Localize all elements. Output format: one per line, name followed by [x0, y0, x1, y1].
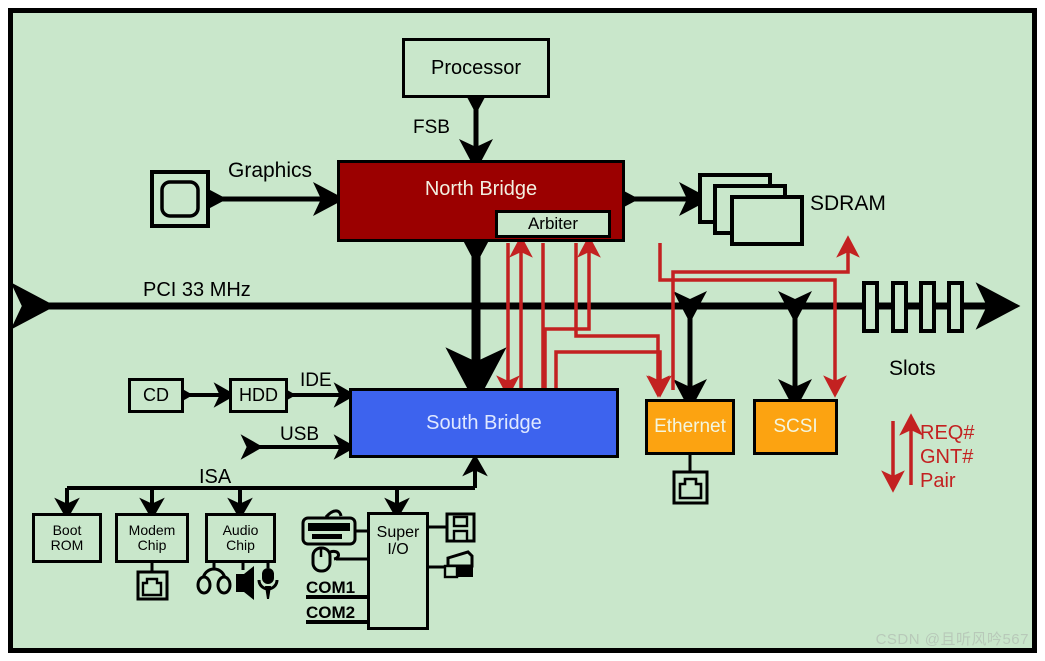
- arbiter-label: Arbiter: [527, 214, 579, 234]
- north-bridge-label: North Bridge: [424, 178, 538, 200]
- super-io-block[interactable]: Super I/O: [367, 512, 429, 630]
- modem-chip-block[interactable]: Modem Chip: [115, 513, 189, 563]
- legend-gnt-label: GNT#: [920, 446, 974, 468]
- com2-label: COM2: [306, 603, 356, 622]
- diagram-canvas: Processor North Bridge Arbiter South Bri…: [0, 0, 1045, 661]
- com1-label: COM1: [306, 578, 356, 597]
- scsi-label: SCSI: [773, 416, 818, 438]
- audio-chip-block[interactable]: Audio Chip: [205, 513, 276, 563]
- usb-label: USB: [280, 424, 320, 445]
- arbiter-block[interactable]: Arbiter: [495, 210, 611, 238]
- isa-label: ISA: [199, 466, 232, 488]
- south-bridge-block[interactable]: South Bridge: [349, 388, 619, 458]
- processor-block[interactable]: Processor: [402, 38, 550, 98]
- ethernet-label: Ethernet: [654, 416, 726, 438]
- sdram-label: SDRAM: [810, 192, 886, 215]
- cd-label: CD: [143, 385, 169, 406]
- south-bridge-label: South Bridge: [426, 411, 542, 434]
- watermark: CSDN @且听风吟567: [875, 631, 1029, 648]
- audio-chip-label-line1: Audio: [222, 522, 259, 539]
- super-io-label-line2: I/O: [387, 540, 409, 558]
- scsi-block[interactable]: SCSI: [753, 399, 838, 455]
- slots-label: Slots: [889, 357, 936, 380]
- cd-block[interactable]: CD: [128, 378, 184, 413]
- super-io-label-line1: Super: [376, 524, 420, 541]
- graphics-label: Graphics: [228, 159, 313, 182]
- hdd-label: HDD: [239, 385, 278, 406]
- boot-rom-block[interactable]: Boot ROM: [32, 513, 102, 563]
- audio-chip-label-line2: Chip: [226, 537, 255, 553]
- fsb-label: FSB: [413, 117, 450, 138]
- ethernet-block[interactable]: Ethernet: [645, 399, 735, 455]
- modem-chip-label-line1: Modem: [128, 522, 176, 539]
- legend-req-label: REQ#: [920, 422, 975, 444]
- processor-label: Processor: [430, 56, 522, 79]
- ide-label: IDE: [300, 370, 332, 391]
- modem-chip-label-line2: Chip: [137, 537, 167, 553]
- boot-rom-label-line1: Boot: [52, 522, 82, 539]
- legend-pair-label: Pair: [920, 470, 956, 492]
- pci-bus-label: PCI 33 MHz: [143, 279, 251, 301]
- boot-rom-label-line2: ROM: [50, 537, 84, 553]
- hdd-block[interactable]: HDD: [229, 378, 288, 413]
